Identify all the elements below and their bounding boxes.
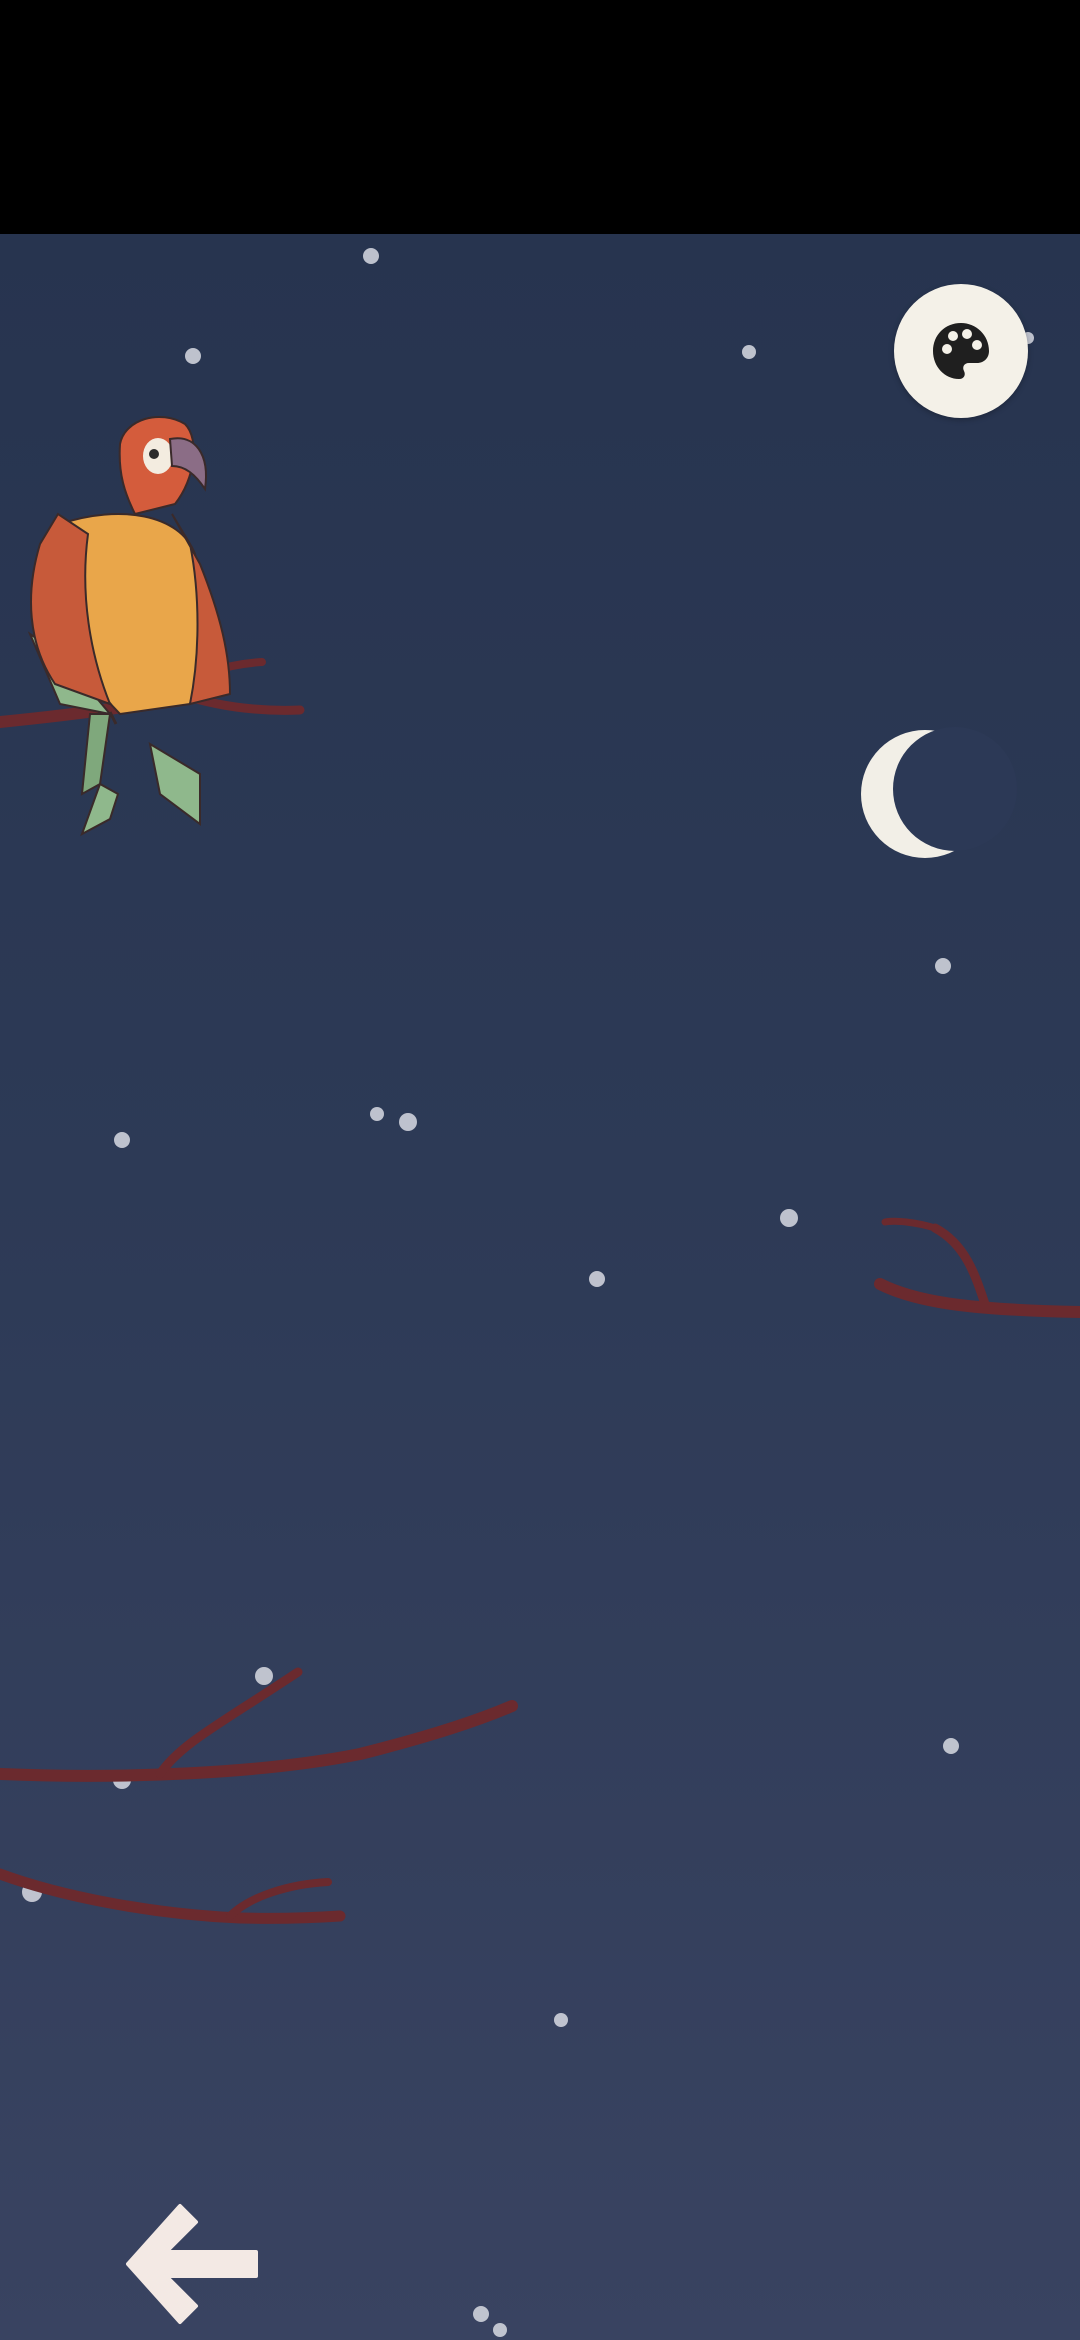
branch-lower-left <box>0 1667 518 1782</box>
branch-bottom-left <box>0 1868 346 1924</box>
back-button[interactable] <box>118 2194 268 2334</box>
snowflake <box>114 1132 130 1148</box>
branch-right <box>874 1217 1080 1318</box>
palette-icon <box>933 323 989 379</box>
snowflake <box>255 1667 273 1685</box>
snowflake <box>589 1271 605 1287</box>
snowflake <box>943 1738 959 1754</box>
macaw-parrot <box>27 415 232 837</box>
snowflake <box>370 1107 384 1121</box>
arrow-left-icon <box>126 2204 258 2324</box>
scene-canvas <box>0 248 1080 2337</box>
snowflake <box>554 2013 568 2027</box>
palette-button[interactable] <box>894 284 1028 418</box>
status-bar <box>0 0 1080 234</box>
snowflake <box>363 248 379 264</box>
snowflake <box>935 958 951 974</box>
snowflake <box>185 348 201 364</box>
snowflake <box>742 345 756 359</box>
snowflake <box>473 2306 489 2322</box>
snowflake <box>780 1209 798 1227</box>
snowflake <box>399 1113 417 1131</box>
crescent-moon <box>861 727 1017 858</box>
snowflake <box>493 2323 507 2337</box>
night-scene <box>0 234 1080 2340</box>
game-screen <box>0 0 1080 2340</box>
